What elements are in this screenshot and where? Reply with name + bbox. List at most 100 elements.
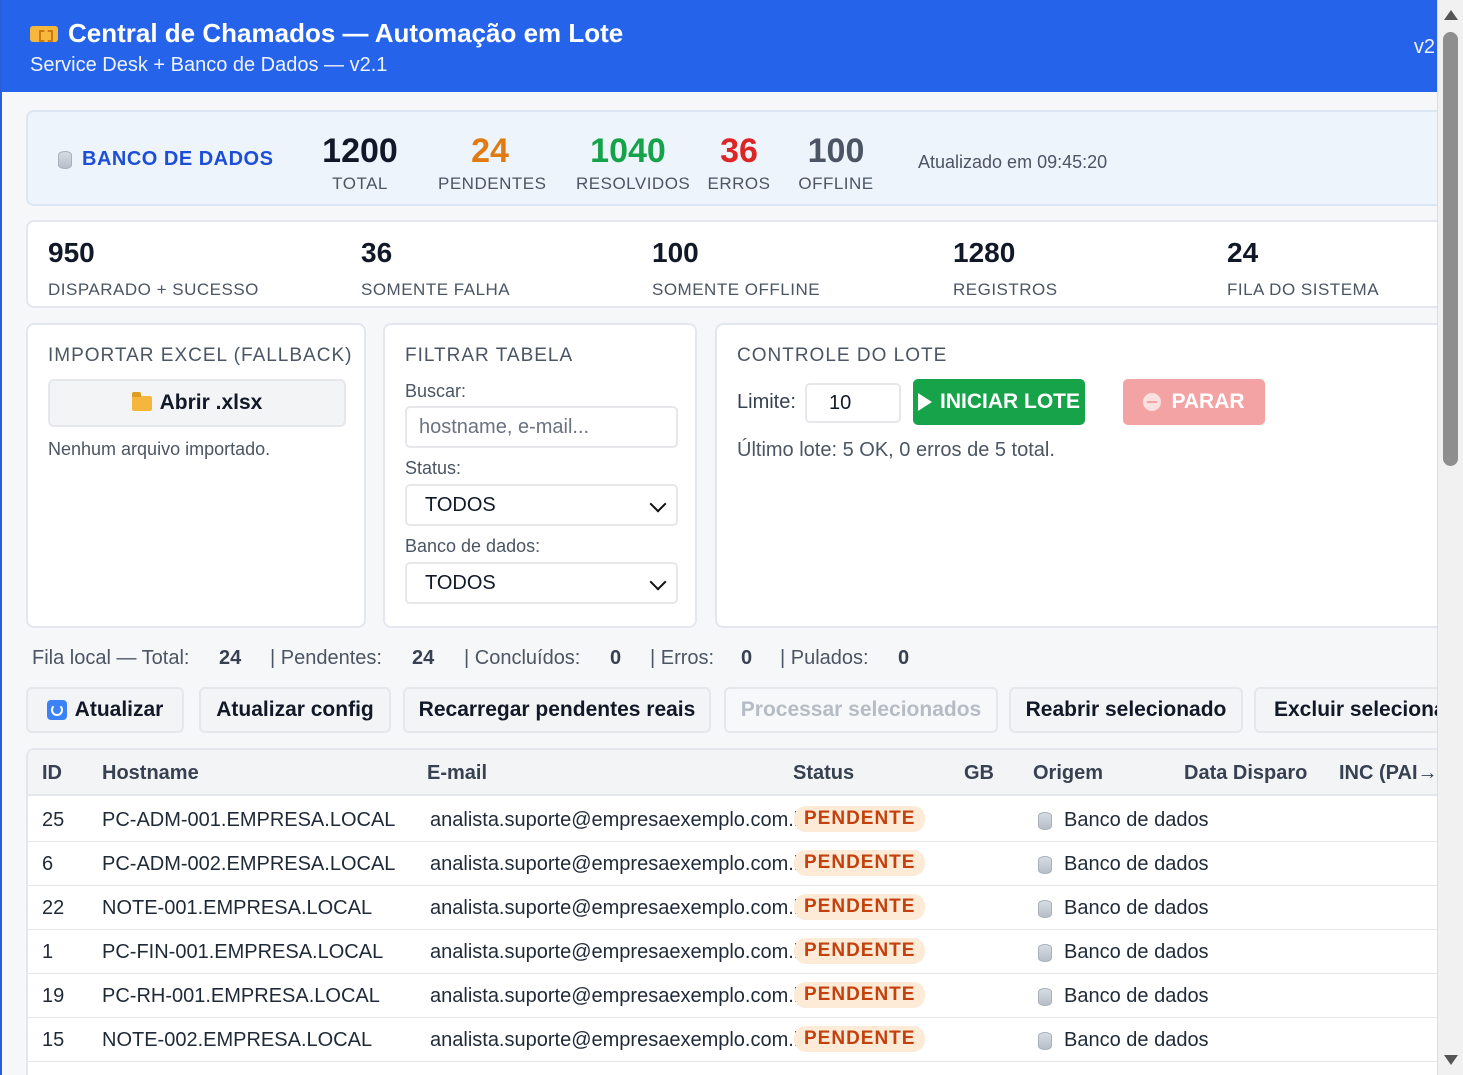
scroll-down-arrow-icon[interactable]	[1444, 1055, 1458, 1065]
search-label: Buscar:	[405, 381, 467, 401]
database-label-text: BANCO DE DADOS	[82, 148, 274, 170]
cell-origin: Banco de dados	[1038, 1029, 1209, 1052]
scrollbar-thumb[interactable]	[1443, 32, 1458, 466]
batch-control-panel: CONTROLE DO LOTE Limite: 10 INICIAR LOTE…	[715, 323, 1437, 628]
col-status[interactable]: Status	[793, 762, 854, 785]
stat-errors-label: ERROS	[707, 174, 771, 193]
count-label: FILA DO SISTEMA	[1227, 280, 1380, 299]
database-filter-label: Banco de dados:	[405, 536, 541, 556]
stop-icon	[1143, 393, 1162, 411]
start-batch-label: INICIAR LOTE	[940, 390, 1080, 413]
queue-pending-label: | Pendentes:	[270, 647, 382, 669]
cell-origin: Banco de dados	[1038, 941, 1209, 964]
delete-selected-button[interactable]: Excluir selecionado	[1254, 687, 1437, 733]
cell-id: 19	[42, 985, 65, 1007]
table-row[interactable]: 15 NOTE-002.EMPRESA.LOCAL analista.supor…	[28, 1018, 1437, 1062]
col-inc[interactable]: INC (PAI→FILHO)	[1339, 762, 1437, 785]
cell-email: analista.suporte@empresaexemplo.com.br	[430, 809, 812, 831]
cell-origin: Banco de dados	[1038, 985, 1209, 1008]
cell-hostname: PC-ADM-002.EMPRESA.LOCAL	[102, 853, 396, 875]
app-title-text: Central de Chamados — Automação em Lote	[68, 18, 624, 48]
search-input[interactable]: hostname, e-mail...	[405, 406, 678, 448]
count-only-failure: 36 SOMENTE FALHA	[361, 238, 510, 300]
database-icon	[1038, 811, 1052, 830]
col-gb[interactable]: GB	[964, 762, 994, 785]
cell-origin-text: Banco de dados	[1064, 853, 1209, 875]
queue-errors-value: 0	[741, 647, 753, 669]
chevron-down-icon	[649, 573, 667, 591]
filter-panel-title: FILTRAR TABELA	[405, 345, 574, 366]
cell-id: 22	[42, 897, 65, 919]
scroll-up-arrow-icon[interactable]	[1444, 10, 1458, 20]
app-window: Central de Chamados — Automação em Lote …	[0, 0, 1437, 1075]
cell-email: analista.suporte@empresaexemplo.com.br	[430, 1029, 812, 1051]
queue-total-value: 24	[219, 647, 242, 669]
process-selected-button[interactable]: Processar selecionados	[724, 687, 998, 733]
table-row[interactable]: 6 PC-ADM-002.EMPRESA.LOCAL analista.supo…	[28, 842, 1437, 886]
cell-id: 1	[42, 941, 54, 963]
refresh-button[interactable]: Atualizar	[26, 687, 184, 733]
app-title: Central de Chamados — Automação em Lote	[30, 18, 623, 49]
last-batch-summary: Último lote: 5 OK, 0 erros de 5 total.	[737, 439, 1055, 461]
queue-skipped-label: | Pulados:	[780, 647, 869, 669]
stat-offline-value: 100	[807, 132, 865, 170]
filter-panel: FILTRAR TABELA Buscar: hostname, e-mail.…	[383, 323, 697, 628]
stat-pending-label: PENDENTES	[438, 174, 547, 193]
stat-total-label: TOTAL	[332, 174, 388, 193]
stat-offline-label: OFFLINE	[798, 174, 874, 193]
stat-resolved-value: 1040	[590, 132, 666, 170]
status-badge: PENDENTE	[794, 982, 926, 1008]
status-badge: PENDENTE	[794, 938, 926, 964]
col-id[interactable]: ID	[42, 762, 62, 785]
table-row[interactable]: 25 PC-ADM-001.EMPRESA.LOCAL analista.sup…	[28, 798, 1437, 842]
stat-offline: 100 OFFLINE	[798, 134, 874, 194]
table-row[interactable]: 19 PC-RH-001.EMPRESA.LOCAL analista.supo…	[28, 974, 1437, 1018]
import-panel-title: IMPORTAR EXCEL (FALLBACK)	[48, 345, 353, 366]
refresh-config-button[interactable]: Atualizar config	[199, 687, 391, 733]
database-summary-bar: BANCO DE DADOS 1200 TOTAL 24 PENDENTES 1…	[26, 110, 1437, 206]
cell-origin-text: Banco de dados	[1064, 985, 1209, 1007]
cell-origin-text: Banco de dados	[1064, 809, 1209, 831]
refresh-icon	[46, 700, 67, 720]
col-origin[interactable]: Origem	[1033, 762, 1103, 785]
start-batch-button[interactable]: INICIAR LOTE	[913, 379, 1085, 425]
cell-hostname: PC-FIN-001.EMPRESA.LOCAL	[102, 941, 384, 963]
status-select[interactable]: TODOS	[405, 484, 678, 526]
status-badge: PENDENTE	[794, 1026, 926, 1052]
table-row[interactable]: 1 PC-FIN-001.EMPRESA.LOCAL analista.supo…	[28, 930, 1437, 974]
stat-errors: 36 ERROS	[704, 134, 774, 194]
status-badge: PENDENTE	[794, 806, 926, 832]
queue-skipped-value: 0	[898, 647, 910, 669]
open-xlsx-button[interactable]: Abrir .xlsx	[48, 379, 346, 427]
table-header: ID Hostname E-mail Status GB Origem Data…	[28, 750, 1437, 796]
database-label: BANCO DE DADOS	[58, 148, 273, 171]
cell-id: 6	[42, 853, 54, 875]
limit-input[interactable]: 10	[805, 383, 901, 423]
count-value: 950	[48, 237, 95, 268]
table-row[interactable]: 22 NOTE-001.EMPRESA.LOCAL analista.supor…	[28, 886, 1437, 930]
cell-email: analista.suporte@empresaexemplo.com.br	[430, 853, 812, 875]
queue-done-label: | Concluídos:	[464, 647, 581, 669]
queue-done-value: 0	[610, 647, 622, 669]
database-select[interactable]: TODOS	[405, 562, 678, 604]
col-dispatch-date[interactable]: Data Disparo	[1184, 762, 1307, 785]
import-status: Nenhum arquivo importado.	[48, 439, 271, 459]
stat-errors-value: 36	[720, 132, 758, 170]
counts-bar: 950 DISPARADO + SUCESSO 36 SOMENTE FALHA…	[26, 220, 1437, 308]
app-header: Central de Chamados — Automação em Lote …	[2, 0, 1437, 92]
count-records: 1280 REGISTROS	[953, 238, 1058, 300]
app-subtitle: Service Desk + Banco de Dados — v2.1	[30, 54, 388, 76]
stop-button[interactable]: PARAR	[1123, 379, 1265, 425]
reopen-selected-button[interactable]: Reabrir selecionado	[1009, 687, 1243, 733]
count-value: 24	[1227, 237, 1259, 268]
folder-icon	[131, 391, 152, 411]
col-hostname[interactable]: Hostname	[102, 762, 199, 785]
reload-pending-button[interactable]: Recarregar pendentes reais	[403, 687, 711, 733]
queue-errors-label: | Erros:	[650, 647, 715, 669]
database-icon	[1038, 899, 1052, 918]
col-email[interactable]: E-mail	[427, 762, 487, 785]
ticket-icon	[30, 25, 58, 42]
vertical-scrollbar[interactable]	[1437, 0, 1463, 1075]
cell-origin: Banco de dados	[1038, 853, 1209, 876]
stat-pending-value: 24	[471, 132, 509, 170]
